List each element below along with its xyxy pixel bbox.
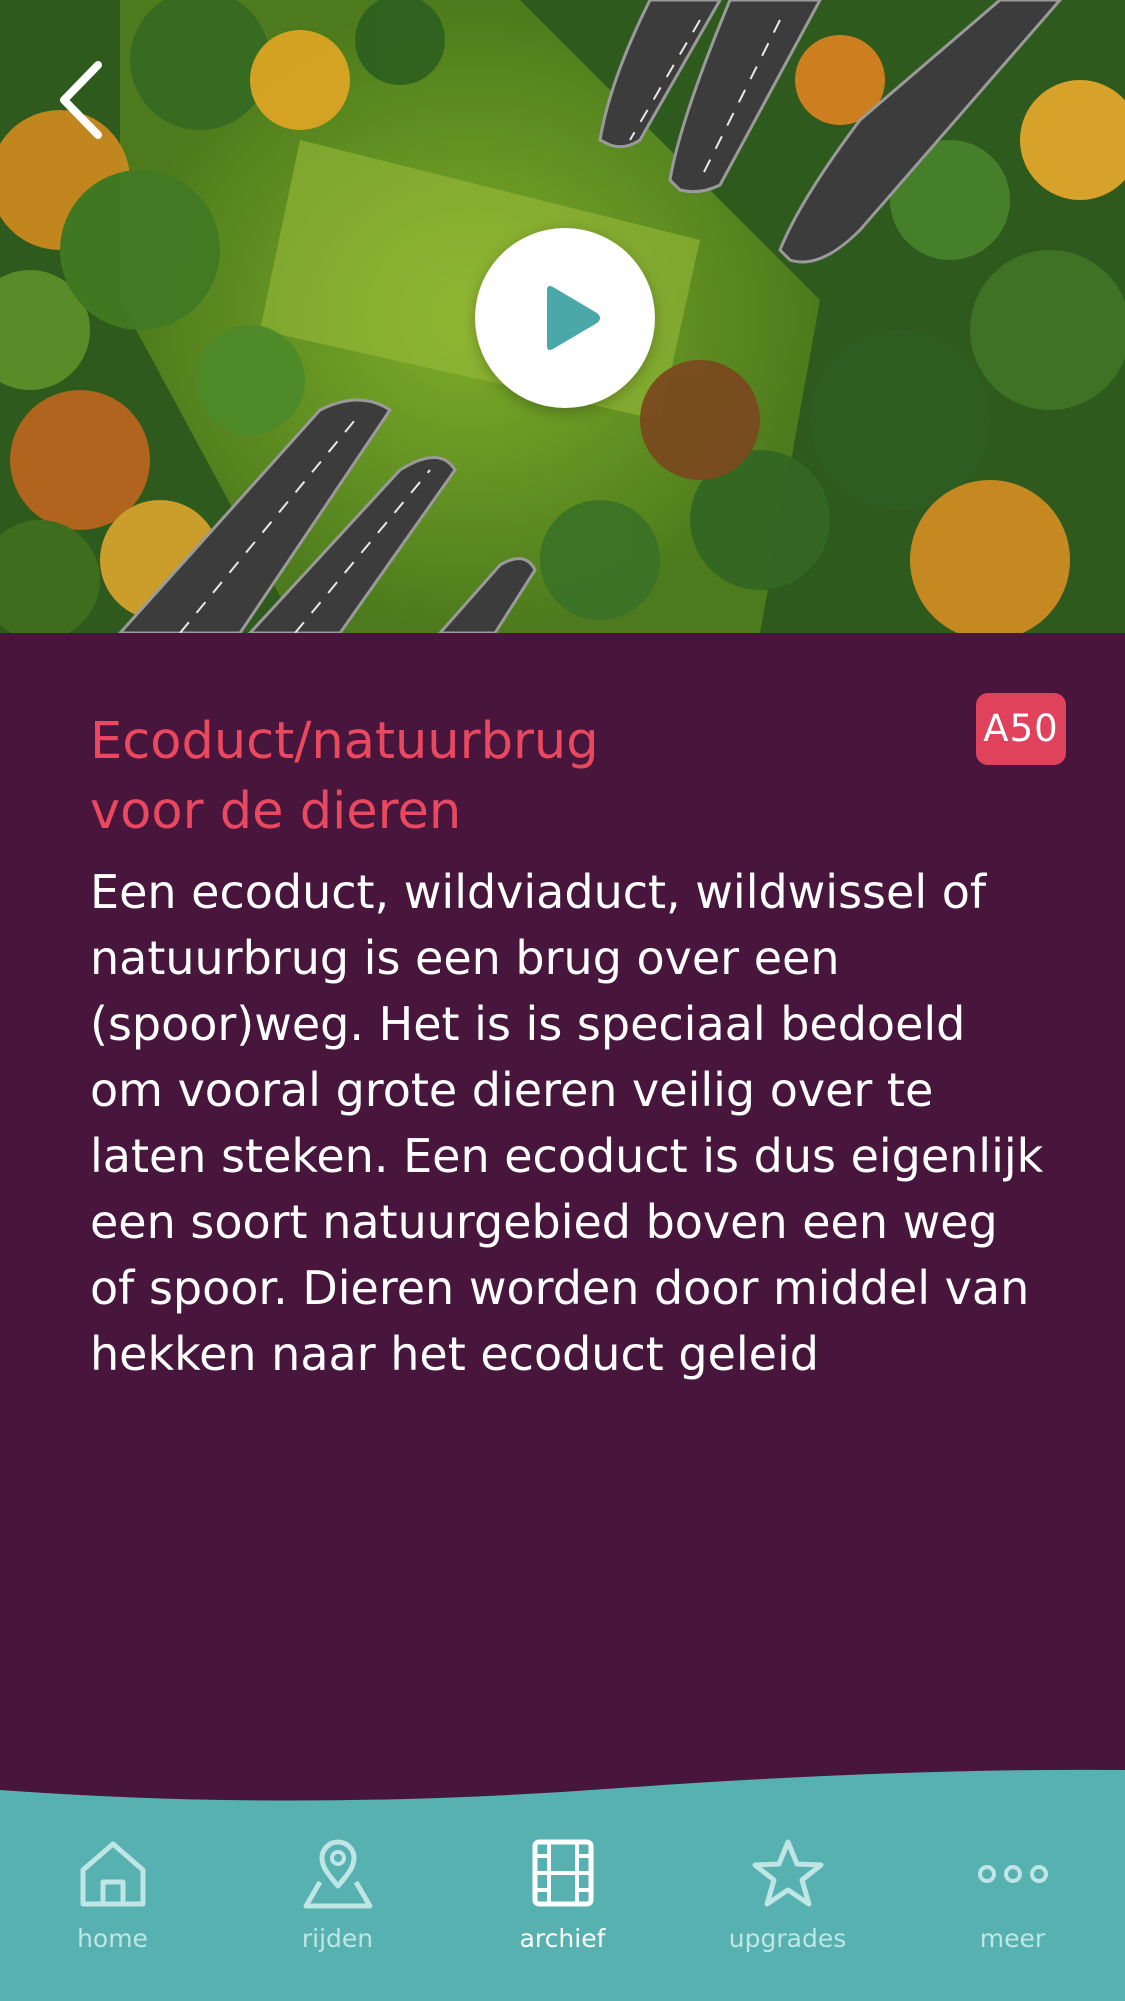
article-title-line-2: voor de dieren: [90, 782, 462, 841]
star-icon: [748, 1834, 828, 1914]
hero-video-thumbnail[interactable]: [0, 0, 1125, 633]
more-dots-icon: [973, 1834, 1053, 1914]
nav-label-rijden: rijden: [301, 1924, 374, 1953]
bottom-nav: home rijden archief upgrades meer: [0, 1820, 1125, 2001]
back-button[interactable]: [50, 55, 120, 145]
nav-label-home: home: [77, 1924, 148, 1953]
home-icon: [73, 1834, 153, 1914]
nav-item-meer[interactable]: meer: [900, 1820, 1125, 2001]
play-video-button[interactable]: [475, 228, 655, 408]
nav-label-upgrades: upgrades: [728, 1924, 847, 1953]
article-title: Ecoduct/natuurbrug voor de dieren: [90, 707, 890, 847]
nav-item-upgrades[interactable]: upgrades: [675, 1820, 900, 2001]
article-content: A50 Ecoduct/natuurbrug voor de dieren Ee…: [0, 633, 1125, 1763]
nav-item-archief[interactable]: archief: [450, 1820, 675, 2001]
article-body: Een ecoduct, wildviaduct, wildwissel of …: [90, 865, 1044, 1381]
nav-label-meer: meer: [979, 1924, 1046, 1953]
nav-label-archief: archief: [519, 1924, 606, 1953]
nav-item-home[interactable]: home: [0, 1820, 225, 2001]
map-pin-icon: [298, 1834, 378, 1914]
article-title-line-1: Ecoduct/natuurbrug: [90, 712, 599, 771]
chevron-left-icon: [60, 61, 102, 139]
nav-item-rijden[interactable]: rijden: [225, 1820, 450, 2001]
film-icon: [523, 1834, 603, 1914]
play-icon: [547, 286, 600, 350]
road-badge: A50: [976, 693, 1066, 765]
